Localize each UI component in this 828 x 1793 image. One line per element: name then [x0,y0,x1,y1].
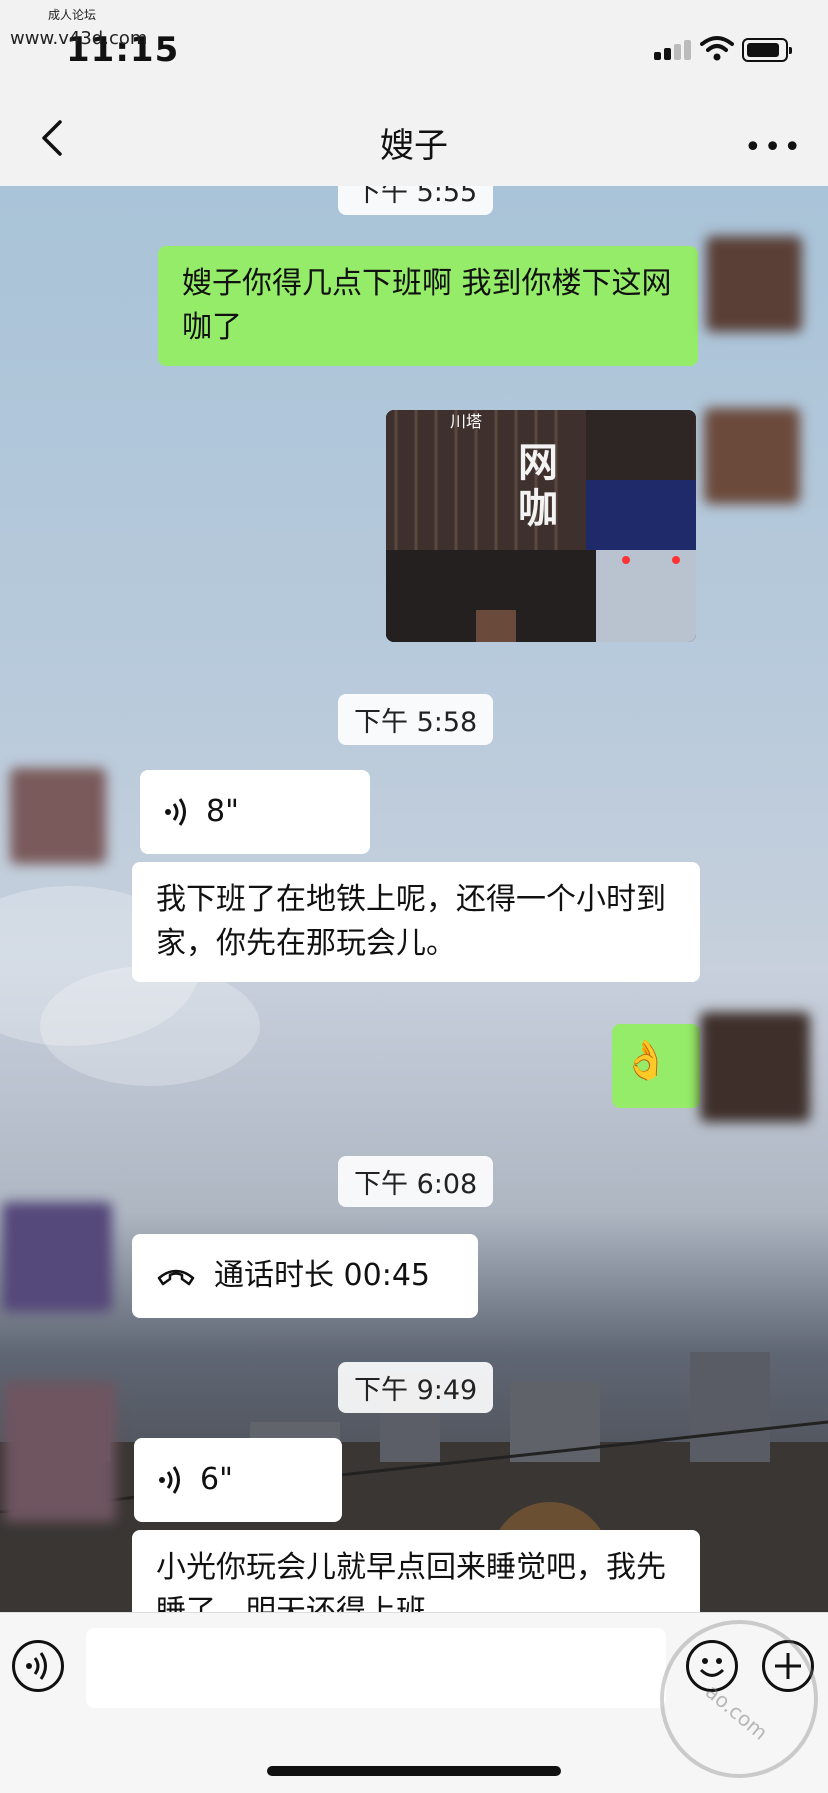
voice-duration: 6" [200,1462,233,1497]
timestamp: 下午 5:58 [338,694,494,745]
my-avatar[interactable] [704,408,800,504]
battery-icon [742,38,792,62]
chat-area[interactable]: 下午 5:55 嫂子你得几点下班啊 我到你楼下这网咖了 川塔 网咖 下午 5:5… [0,186,828,1612]
cloud-decoration [40,966,260,1086]
photo-sign-top: 川塔 [450,412,483,431]
site-watermark-label: 成人论坛 [48,8,97,22]
call-record-message[interactable]: 通话时长 00:45 [132,1234,478,1318]
home-indicator [267,1766,561,1776]
my-avatar[interactable] [706,236,802,332]
voice-input-button[interactable] [12,1640,64,1692]
incoming-message[interactable]: 我下班了在地铁上呢，还得一个小时到家，你先在那玩会儿。 [132,862,700,982]
cellular-signal-icon [654,38,698,60]
photo-message[interactable]: 川塔 网咖 [386,410,696,642]
timestamp: 下午 9:49 [338,1362,494,1413]
site-watermark-url: www.v43d.com [10,28,148,49]
incoming-message[interactable]: 小光你玩会儿就早点回来睡觉吧，我先睡了，明天还得上班 [132,1530,700,1612]
timestamp: 下午 5:55 [338,186,494,215]
voice-wave-icon [159,1466,180,1494]
message-input[interactable] [86,1628,666,1708]
chat-title: 嫂子 [380,126,448,166]
phone-hangup-icon [157,1269,195,1286]
voice-wave-icon [165,798,186,826]
voice-message[interactable]: 8" [140,770,370,854]
my-avatar[interactable] [700,1012,810,1122]
photo-sign-text: 网咖 [518,440,558,532]
timestamp: 下午 6:08 [338,1156,494,1207]
voice-input-icon [26,1652,47,1680]
contact-avatar[interactable] [10,768,106,864]
call-duration: 通话时长 00:45 [214,1258,430,1293]
wifi-icon [700,36,734,61]
outgoing-emoji-message[interactable]: 👌 [612,1024,700,1108]
contact-avatar[interactable] [4,1382,116,1522]
outgoing-message[interactable]: 嫂子你得几点下班啊 我到你楼下这网咖了 [158,246,698,366]
voice-duration: 8" [206,794,239,829]
more-options-button[interactable]: ••• [744,130,803,165]
voice-message[interactable]: 6" [134,1438,342,1522]
contact-avatar[interactable] [2,1202,112,1312]
